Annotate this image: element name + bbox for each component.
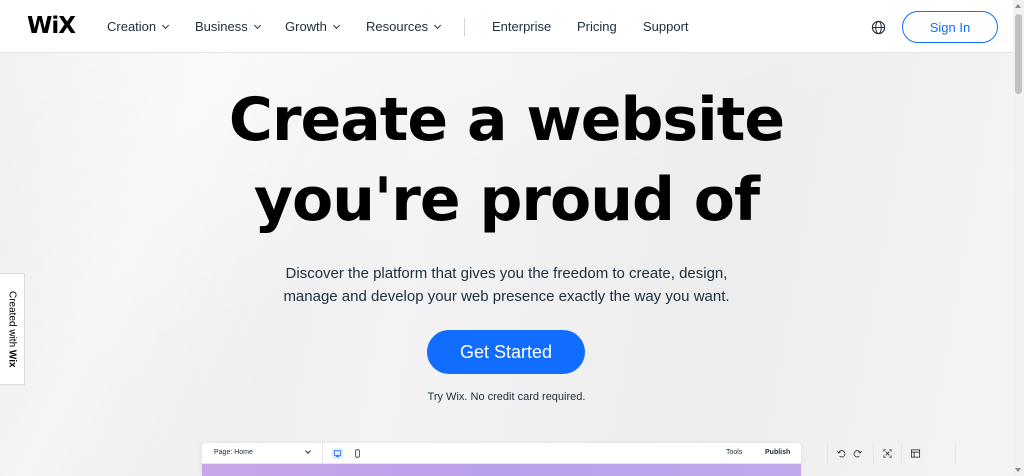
sign-in-button[interactable]: Sign In xyxy=(902,11,998,43)
nav-growth-label: Growth xyxy=(285,19,327,34)
chevron-down-icon xyxy=(434,21,442,29)
zoom-fit-icon[interactable] xyxy=(882,448,893,459)
editor-preview: Page: Home Tools Publish xyxy=(202,443,956,476)
nav-growth[interactable]: Growth xyxy=(285,19,340,34)
nav-resources-label: Resources xyxy=(366,19,429,34)
tools-icon[interactable] xyxy=(910,448,921,459)
chevron-down-icon xyxy=(332,21,340,29)
top-navigation: WiX Creation Business Growth Resources E… xyxy=(0,0,1013,53)
publish-button[interactable]: Publish xyxy=(765,449,790,456)
editor-toolbar: Page: Home Tools Publish xyxy=(202,443,956,464)
created-with-wix-label: Created with Wix xyxy=(6,290,18,368)
nav-business[interactable]: Business xyxy=(195,19,261,34)
nav-pricing[interactable]: Pricing xyxy=(577,19,617,34)
nav-resources[interactable]: Resources xyxy=(366,19,442,34)
hero-subtitle-line2: manage and develop your web presence exa… xyxy=(283,288,730,305)
page-selector[interactable]: Page: Home xyxy=(214,449,253,456)
wix-logo[interactable]: WiX xyxy=(27,13,76,39)
tools-button[interactable]: Tools xyxy=(726,449,742,456)
nav-enterprise[interactable]: Enterprise xyxy=(492,19,551,34)
nav-support[interactable]: Support xyxy=(643,19,689,34)
nav-divider xyxy=(464,18,465,36)
chevron-down-icon xyxy=(253,21,261,29)
redo-icon[interactable] xyxy=(852,448,863,459)
nav-creation-label: Creation xyxy=(107,19,157,34)
desktop-icon[interactable] xyxy=(332,448,343,459)
mobile-icon[interactable] xyxy=(352,448,363,459)
scroll-down-icon[interactable] xyxy=(1015,468,1021,472)
hero-subtitle-line1: Discover the platform that gives you the… xyxy=(285,265,728,282)
globe-icon[interactable] xyxy=(871,20,886,35)
nav-creation[interactable]: Creation xyxy=(107,19,170,34)
chevron-down-icon xyxy=(162,21,170,29)
get-started-button[interactable]: Get Started xyxy=(427,330,585,374)
created-with-wix-tab[interactable]: Created with Wix xyxy=(0,273,25,385)
scroll-up-icon[interactable] xyxy=(1015,4,1021,8)
editor-canvas-preview xyxy=(202,464,801,476)
hero-headline-line1: Create a website xyxy=(228,85,785,155)
hero-headline-line2: you're proud of xyxy=(253,165,760,235)
chevron-down-icon xyxy=(305,448,311,454)
page-scrollbar[interactable] xyxy=(1013,0,1024,476)
undo-icon[interactable] xyxy=(836,448,847,459)
scrollbar-thumb[interactable] xyxy=(1015,14,1022,94)
nav-business-label: Business xyxy=(195,19,248,34)
no-credit-card-note: Try Wix. No credit card required. xyxy=(427,391,586,403)
